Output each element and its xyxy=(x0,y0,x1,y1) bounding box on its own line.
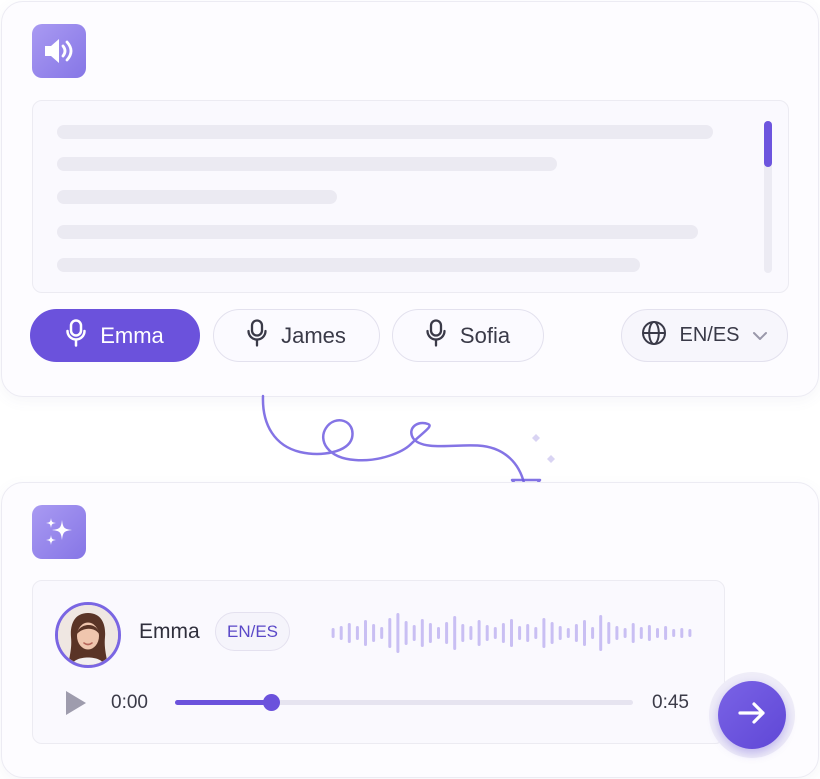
speaker-icon xyxy=(32,24,86,78)
waveform-bar xyxy=(445,622,449,644)
waveform-bar xyxy=(493,627,497,639)
waveform-bar xyxy=(680,628,684,638)
voice-label: James xyxy=(281,322,346,348)
waveform-bar xyxy=(542,618,546,648)
waveform-bar xyxy=(347,623,351,643)
waveform-bar xyxy=(558,626,562,640)
microphone-icon xyxy=(66,318,86,353)
waveform-bar xyxy=(615,626,619,640)
waveform-bar xyxy=(664,626,668,640)
scrollbar-thumb[interactable] xyxy=(764,121,772,167)
waveform-bar xyxy=(380,627,384,639)
waveform-bar xyxy=(639,627,643,639)
waveform-bar xyxy=(623,628,627,638)
text-placeholder-line xyxy=(57,125,713,139)
waveform-bar xyxy=(331,628,335,638)
waveform-bar xyxy=(574,624,578,642)
waveform-bar xyxy=(355,626,359,640)
waveform-bar xyxy=(339,626,343,640)
progress-fill xyxy=(175,700,272,705)
language-badge: EN/ES xyxy=(215,612,290,651)
waveform-bar xyxy=(510,619,513,647)
waveform-bar xyxy=(469,626,473,640)
audio-player: Emma EN/ES 0:00 0:45 xyxy=(32,580,725,744)
waveform-bar xyxy=(364,620,367,646)
progress-knob[interactable] xyxy=(263,694,281,711)
waveform-bar xyxy=(420,619,424,647)
waveform-bar xyxy=(607,622,611,644)
voice-option-james[interactable]: James xyxy=(213,309,380,362)
language-select[interactable]: EN/ES xyxy=(621,309,788,362)
waveform-bar xyxy=(656,628,659,638)
sparkles-icon xyxy=(32,505,86,559)
arrow-right-icon xyxy=(735,696,769,735)
language-label: EN/ES xyxy=(679,324,740,346)
microphone-icon xyxy=(426,318,446,353)
waveform-bar xyxy=(591,627,595,639)
waveform-bar xyxy=(453,616,457,650)
waveform-bar xyxy=(388,618,392,648)
waveform-bar xyxy=(485,625,489,641)
play-button[interactable] xyxy=(61,689,89,717)
avatar xyxy=(55,602,121,668)
waveform-bar xyxy=(501,623,505,643)
text-placeholder-line xyxy=(57,190,337,204)
waveform-bar xyxy=(396,613,400,653)
waveform-bar xyxy=(599,615,603,651)
waveform-bar xyxy=(688,629,692,637)
next-button[interactable] xyxy=(718,681,786,749)
text-input-area[interactable] xyxy=(32,100,789,293)
audio-waveform xyxy=(331,613,692,653)
progress-slider[interactable] xyxy=(175,694,633,711)
speaker-name: Emma xyxy=(139,620,200,643)
voice-label: Sofia xyxy=(459,322,511,348)
voice-label: Emma xyxy=(100,322,164,348)
total-time: 0:45 xyxy=(652,692,689,713)
waveform-bar xyxy=(412,625,416,641)
waveform-bar xyxy=(526,624,530,642)
globe-icon xyxy=(641,320,667,352)
waveform-bar xyxy=(631,623,635,643)
chevron-down-icon xyxy=(752,324,768,347)
microphone-icon xyxy=(247,318,267,353)
text-placeholder-line xyxy=(57,157,557,171)
next-button-ring xyxy=(709,672,795,758)
voice-option-sofia[interactable]: Sofia xyxy=(392,309,544,362)
waveform-bar xyxy=(372,624,376,642)
waveform-bar xyxy=(428,623,432,643)
text-placeholder-line xyxy=(57,258,640,272)
waveform-bar xyxy=(477,620,481,646)
waveform-bar xyxy=(461,624,465,642)
waveform-bar xyxy=(583,620,586,646)
waveform-bar xyxy=(550,622,554,644)
waveform-bar xyxy=(518,626,522,640)
waveform-bar xyxy=(404,621,408,645)
waveform-bar xyxy=(437,627,440,639)
waveform-bar xyxy=(534,627,538,639)
waveform-bar xyxy=(566,628,570,638)
audio-output-card: Emma EN/ES 0:00 0:45 xyxy=(1,482,819,778)
current-time: 0:00 xyxy=(111,692,148,713)
text-placeholder-line xyxy=(57,225,698,239)
waveform-bar xyxy=(672,629,676,637)
voice-option-emma[interactable]: Emma xyxy=(30,309,200,362)
waveform-bar xyxy=(647,625,651,641)
